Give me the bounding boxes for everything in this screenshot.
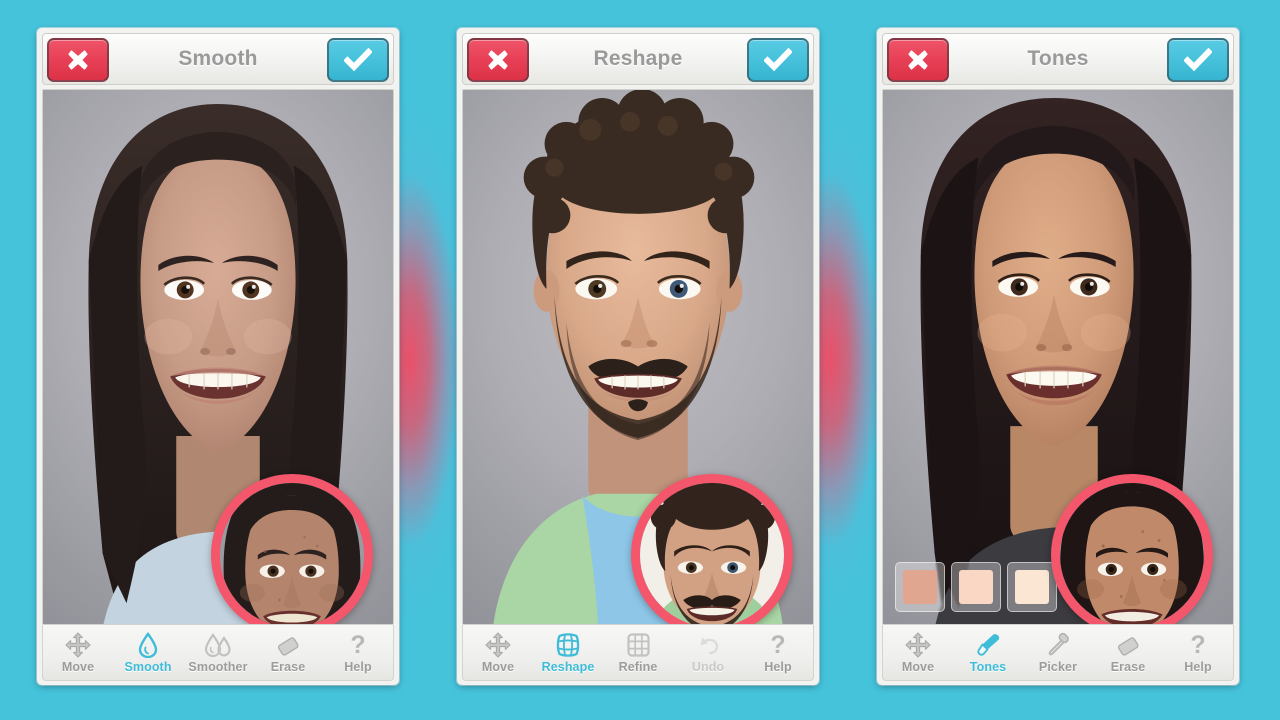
tool-help[interactable]: ? Help <box>1163 625 1233 680</box>
warp-mesh-icon <box>555 631 581 658</box>
tool-label: Erase <box>270 660 306 674</box>
tool-label: Move <box>61 660 95 674</box>
checkmark-icon <box>1184 47 1212 72</box>
toolbar-reshape: Move Reshape Refine Undo ? Help <box>462 625 814 681</box>
tool-reshape[interactable]: Reshape <box>533 625 603 680</box>
question-mark-icon: ? <box>348 631 368 658</box>
tone-swatch-tray <box>895 562 1057 612</box>
panel-reshape: Reshape Move Reshape Refine Undo ? Help <box>457 28 819 685</box>
header-bar-tones: Tones <box>882 33 1234 85</box>
move-arrows-icon <box>65 631 91 658</box>
tool-undo[interactable]: Undo <box>673 625 743 680</box>
undo-icon <box>695 631 721 658</box>
svg-text:?: ? <box>770 631 785 658</box>
loupe-preview-image <box>220 483 364 624</box>
tool-label: Help <box>344 660 372 674</box>
panel-title: Smooth <box>178 47 258 70</box>
panel-title: Tones <box>1027 47 1089 70</box>
tool-tones[interactable]: Tones <box>953 625 1023 680</box>
svg-text:?: ? <box>1190 631 1205 658</box>
droplet-icon <box>137 631 159 658</box>
tool-label: Undo <box>691 660 725 674</box>
question-mark-icon: ? <box>768 631 788 658</box>
tool-smooth[interactable]: Smooth <box>113 625 183 680</box>
panel-title: Reshape <box>593 47 683 70</box>
before-after-loupe[interactable] <box>211 474 373 624</box>
tool-label: Tones <box>969 660 1007 674</box>
brush-icon <box>974 631 1002 658</box>
swatch-color-chip <box>903 570 937 604</box>
tool-label: Refine <box>618 660 658 674</box>
tool-erase[interactable]: Erase <box>1093 625 1163 680</box>
tool-label: Erase <box>1110 660 1146 674</box>
tool-label: Move <box>481 660 515 674</box>
tool-move[interactable]: Move <box>463 625 533 680</box>
eyedropper-icon <box>1044 631 1072 658</box>
close-x-icon <box>908 50 928 70</box>
tool-label: Move <box>901 660 935 674</box>
tool-erase[interactable]: Erase <box>253 625 323 680</box>
toolbar-smooth: Move Smooth Smoother Erase ? Help <box>42 625 394 681</box>
eraser-icon <box>275 631 301 658</box>
panel-smooth: Smooth Move Smooth Smoother Erase ? Help <box>37 28 399 685</box>
cancel-button[interactable] <box>887 38 949 82</box>
checkmark-icon <box>344 47 372 72</box>
swatch-skin-tone-medium[interactable] <box>895 562 945 612</box>
confirm-button[interactable] <box>327 38 389 82</box>
tool-label: Help <box>764 660 792 674</box>
app-screenshot: Smooth Move Smooth Smoother Erase ? Help… <box>0 0 1280 720</box>
tool-picker[interactable]: Picker <box>1023 625 1093 680</box>
tool-move[interactable]: Move <box>43 625 113 680</box>
tool-label: Smooth <box>124 660 172 674</box>
header-bar-reshape: Reshape <box>462 33 814 85</box>
tool-move[interactable]: Move <box>883 625 953 680</box>
photo-canvas-smooth[interactable] <box>42 89 394 625</box>
swatch-color-chip <box>1015 570 1049 604</box>
eraser-icon <box>1115 631 1141 658</box>
before-after-loupe[interactable] <box>631 474 793 624</box>
tool-label: Reshape <box>541 660 595 674</box>
close-x-icon <box>68 50 88 70</box>
photo-canvas-tones[interactable] <box>882 89 1234 625</box>
swatch-color-chip <box>959 570 993 604</box>
double-droplet-icon <box>202 631 234 658</box>
loupe-preview-image <box>640 483 784 624</box>
cancel-button[interactable] <box>47 38 109 82</box>
move-arrows-icon <box>485 631 511 658</box>
photo-canvas-reshape[interactable] <box>462 89 814 625</box>
close-x-icon <box>488 50 508 70</box>
tool-label: Smoother <box>188 660 248 674</box>
svg-text:?: ? <box>350 631 365 658</box>
swatch-skin-tone-pale[interactable] <box>1007 562 1057 612</box>
cancel-button[interactable] <box>467 38 529 82</box>
question-mark-icon: ? <box>1188 631 1208 658</box>
header-bar-smooth: Smooth <box>42 33 394 85</box>
confirm-button[interactable] <box>1167 38 1229 82</box>
grid-icon <box>626 631 651 658</box>
tool-help[interactable]: ? Help <box>323 625 393 680</box>
toolbar-tones: Move Tones Picker Erase ? Help <box>882 625 1234 681</box>
move-arrows-icon <box>905 631 931 658</box>
before-after-loupe[interactable] <box>1051 474 1213 624</box>
swatch-skin-tone-light[interactable] <box>951 562 1001 612</box>
checkmark-icon <box>764 47 792 72</box>
loupe-preview-image <box>1060 483 1204 624</box>
panel-tones: Tones Move Tones Picker Erase ? Help <box>877 28 1239 685</box>
confirm-button[interactable] <box>747 38 809 82</box>
tool-smoother[interactable]: Smoother <box>183 625 253 680</box>
tool-refine[interactable]: Refine <box>603 625 673 680</box>
tool-label: Help <box>1184 660 1212 674</box>
tool-help[interactable]: ? Help <box>743 625 813 680</box>
tool-label: Picker <box>1038 660 1078 674</box>
